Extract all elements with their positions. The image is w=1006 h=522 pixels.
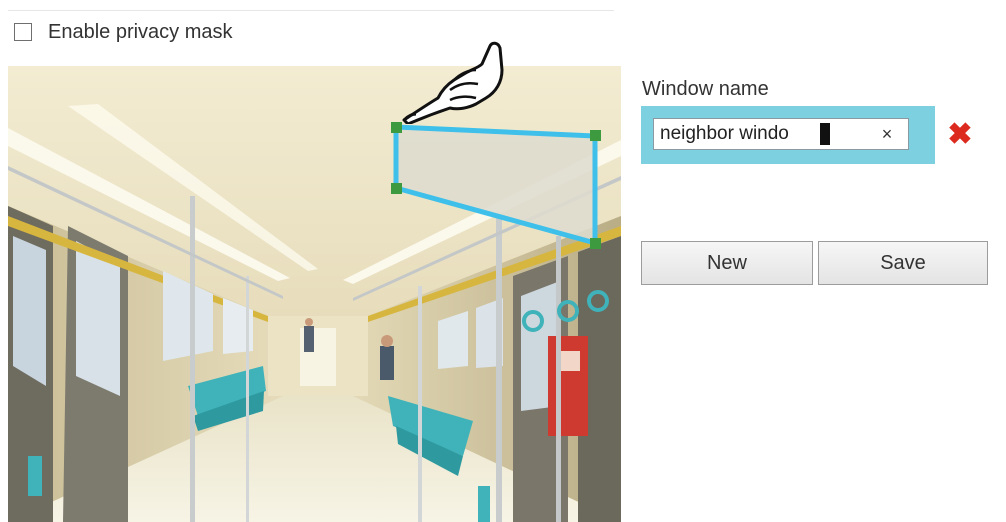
text-cursor	[820, 123, 830, 145]
window-name-field[interactable]: ×	[653, 118, 909, 150]
top-divider	[8, 10, 614, 11]
enable-privacy-mask-label: Enable privacy mask	[48, 20, 233, 43]
clear-x-icon[interactable]: ×	[876, 123, 898, 145]
train-interior-image	[8, 66, 621, 522]
enable-privacy-mask-row[interactable]: Enable privacy mask	[14, 18, 233, 46]
window-name-input[interactable]	[654, 119, 880, 149]
mask-handle-bottom-left[interactable]	[391, 183, 402, 194]
save-button[interactable]: Save	[818, 241, 988, 285]
camera-preview[interactable]	[8, 66, 621, 522]
new-button[interactable]: New	[641, 241, 813, 285]
enable-privacy-mask-checkbox[interactable]	[14, 23, 32, 41]
mask-handle-top-right[interactable]	[590, 130, 601, 141]
privacy-mask-page: Enable privacy mask Window name neighbor…	[0, 0, 1006, 522]
red-x-icon[interactable]: ✖	[945, 120, 975, 150]
window-name-panel: ×	[641, 106, 935, 164]
mask-handle-bottom-right[interactable]	[590, 238, 601, 249]
hand-pointer-icon	[402, 41, 504, 124]
window-name-label: Window name	[642, 78, 769, 100]
